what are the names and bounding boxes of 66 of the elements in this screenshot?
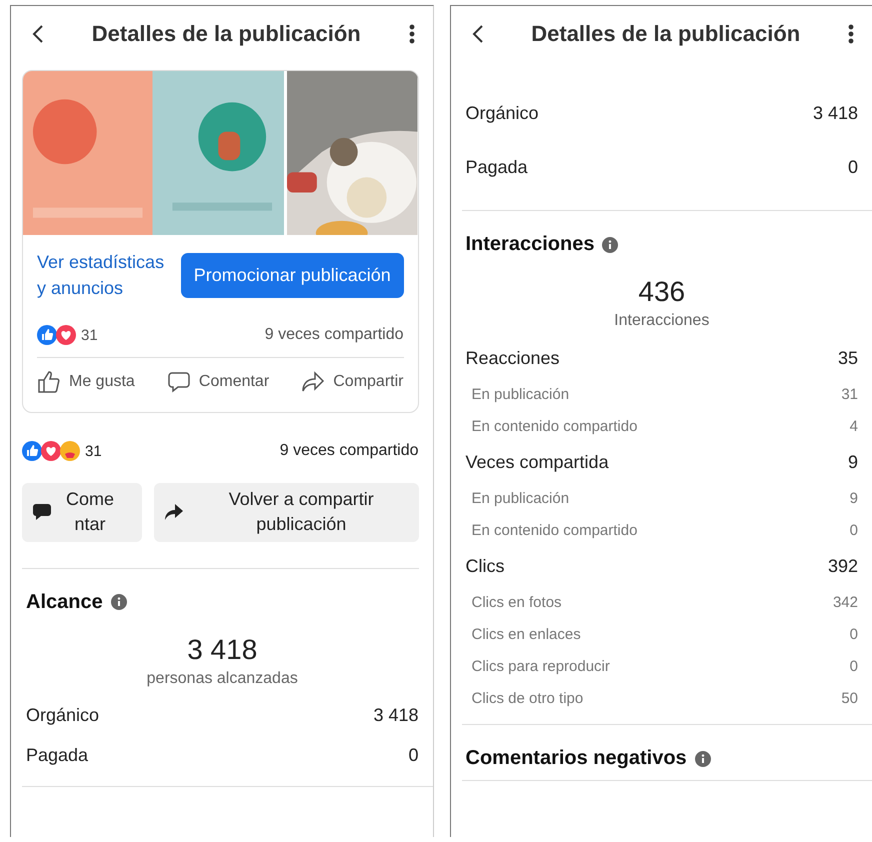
row-value: 3 418 bbox=[373, 705, 418, 726]
like-action[interactable]: Me gusta bbox=[37, 366, 135, 398]
total-value: 436 bbox=[637, 276, 686, 308]
subrow-label: En publicación bbox=[472, 386, 570, 402]
row-value: 9 bbox=[848, 452, 858, 472]
row-label: Pagada bbox=[26, 745, 88, 766]
total-caption: Interacciones bbox=[613, 312, 710, 330]
row-value: 0 bbox=[408, 745, 418, 766]
subrow-label: Clics de otro tipo bbox=[472, 690, 584, 706]
subrow-label: En contenido compartido bbox=[472, 418, 638, 434]
share-arrow-icon bbox=[164, 502, 184, 522]
share-count: 9 veces compartido bbox=[280, 442, 418, 460]
heart-reaction-icon bbox=[56, 325, 76, 346]
comment-button[interactable]: Comentar bbox=[22, 483, 142, 542]
subrow-value: 0 bbox=[850, 658, 858, 674]
row-label: Clics bbox=[466, 556, 504, 576]
share-action[interactable]: Compartir bbox=[301, 366, 404, 398]
hug-reaction-icon bbox=[60, 441, 80, 462]
info-icon[interactable] bbox=[602, 236, 618, 252]
subrow-label: En publicación bbox=[472, 490, 570, 506]
section-title: Comentarios negativos bbox=[466, 747, 687, 770]
heart-reaction-icon bbox=[41, 441, 61, 462]
subrow-value: 0 bbox=[850, 522, 858, 538]
subrow-label: En contenido compartido bbox=[472, 522, 638, 538]
row-label: Orgánico bbox=[466, 102, 539, 124]
comment-action[interactable]: Comentar bbox=[166, 366, 270, 398]
reaction-count: 31 bbox=[81, 326, 98, 344]
row-label: Pagada bbox=[466, 156, 528, 178]
promote-button[interactable]: Promocionar publicación bbox=[181, 252, 404, 298]
row-value: 35 bbox=[838, 348, 858, 368]
reaction-count: 31 bbox=[85, 442, 102, 460]
info-icon[interactable] bbox=[694, 750, 711, 766]
section-title: Interacciones bbox=[466, 233, 594, 256]
subrow-label: Clics en fotos bbox=[472, 594, 562, 610]
row-value: 0 bbox=[848, 156, 858, 178]
subrow-value: 50 bbox=[841, 690, 858, 706]
more-options-icon[interactable] bbox=[848, 24, 854, 44]
back-icon[interactable] bbox=[32, 24, 44, 44]
screen-title: Detalles de la publicación bbox=[90, 21, 362, 47]
like-reaction-icon bbox=[22, 441, 42, 462]
row-label: Reacciones bbox=[466, 348, 560, 368]
share-button[interactable]: Volver a compartir publicación bbox=[154, 483, 418, 542]
subrow-value: 342 bbox=[832, 594, 858, 610]
row-value: 392 bbox=[828, 556, 858, 576]
total-caption: personas alcanzadas bbox=[146, 670, 299, 688]
subrow-label: Clics para reproducir bbox=[472, 658, 610, 674]
subrow-value: 9 bbox=[850, 490, 858, 506]
row-label: Veces compartida bbox=[466, 452, 609, 472]
subrow-value: 31 bbox=[841, 386, 858, 402]
statistics-link[interactable]: Ver estadísticas y anuncios bbox=[37, 249, 167, 302]
info-icon[interactable] bbox=[110, 594, 127, 610]
subrow-label: Clics en enlaces bbox=[472, 626, 581, 642]
speech-bubble-icon bbox=[32, 502, 52, 522]
total-value: 3 418 bbox=[186, 634, 258, 666]
back-icon[interactable] bbox=[472, 24, 484, 44]
subrow-value: 0 bbox=[850, 626, 858, 642]
subrow-value: 4 bbox=[850, 418, 858, 434]
thumbs-up-icon bbox=[37, 370, 61, 394]
share-count: 9 veces compartido bbox=[264, 326, 404, 344]
more-options-icon[interactable] bbox=[408, 24, 414, 44]
like-reaction-icon bbox=[37, 325, 57, 346]
section-title: Alcance bbox=[26, 590, 103, 614]
screen-title: Detalles de la publicación bbox=[530, 21, 802, 47]
row-label: Orgánico bbox=[26, 705, 100, 726]
speech-bubble-icon bbox=[166, 370, 191, 394]
row-value: 3 418 bbox=[812, 102, 858, 124]
